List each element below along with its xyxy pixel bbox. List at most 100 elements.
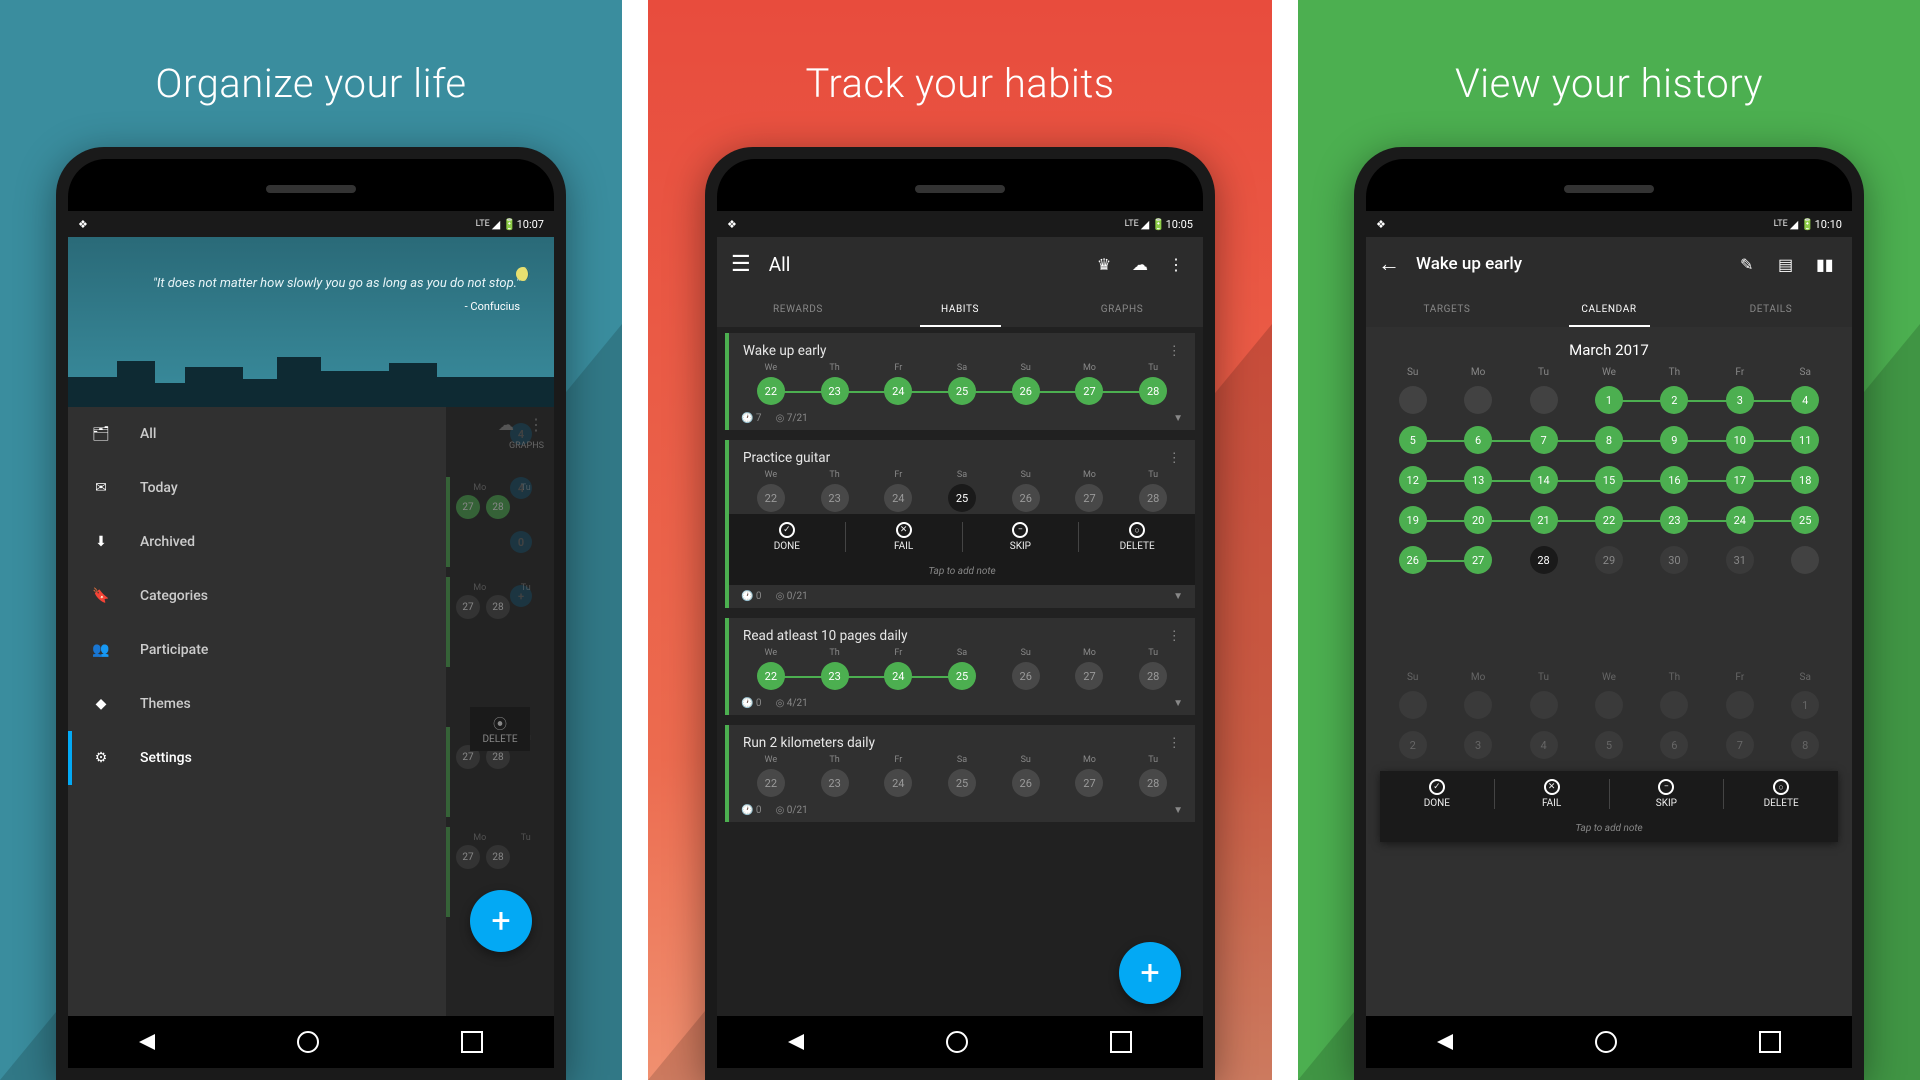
calendar-day[interactable]: 22 [1595, 506, 1623, 534]
day-circle[interactable]: 25 [948, 377, 976, 405]
calendar-day[interactable]: 29 [1595, 546, 1623, 574]
day-circle[interactable]: 25 [948, 769, 976, 797]
tab-graphs[interactable]: GRAPHS [1041, 291, 1203, 327]
tab-habits[interactable]: HABITS [879, 291, 1041, 327]
nav-home-icon[interactable] [297, 1031, 319, 1053]
chevron-down-icon[interactable]: ▼ [1173, 698, 1183, 709]
calendar-day[interactable]: 10 [1726, 426, 1754, 454]
habit-list[interactable]: Wake up early⋮WeThFrSaSuMoTu222324252627… [717, 327, 1203, 1016]
calendar-day[interactable]: 25 [1791, 506, 1819, 534]
calendar-day[interactable]: 26 [1399, 546, 1427, 574]
calendar-day[interactable]: 23 [1660, 506, 1688, 534]
nav-recent-icon[interactable] [1759, 1031, 1781, 1053]
calendar-day[interactable] [1399, 386, 1427, 414]
day-circle[interactable]: 23 [821, 769, 849, 797]
overflow-icon[interactable]: ⋮ [1168, 628, 1182, 644]
day-circle[interactable]: 23 [821, 484, 849, 512]
day-circle[interactable]: 27 [1075, 377, 1103, 405]
day-circle[interactable]: 22 [757, 484, 785, 512]
action-fail[interactable]: ✕FAIL [846, 522, 963, 552]
nav-recent-icon[interactable] [1110, 1031, 1132, 1053]
day-circle[interactable]: 22 [757, 769, 785, 797]
day-circle[interactable]: 25 [948, 484, 976, 512]
calendar-day[interactable]: 8 [1595, 426, 1623, 454]
calendar-day[interactable]: 31 [1726, 546, 1754, 574]
day-circle[interactable]: 28 [1139, 484, 1167, 512]
nav-home-icon[interactable] [946, 1031, 968, 1053]
back-arrow-icon[interactable]: ← [1378, 251, 1400, 277]
calendar-day[interactable]: 28 [1530, 546, 1558, 574]
tab-targets[interactable]: TARGETS [1366, 291, 1528, 327]
cloud-icon[interactable]: ☁ [498, 415, 514, 433]
day-circle[interactable]: 27 [1075, 769, 1103, 797]
fab-add[interactable]: + [1119, 942, 1181, 1004]
habit-card[interactable]: Wake up early⋮WeThFrSaSuMoTu222324252627… [725, 333, 1195, 430]
calendar-day[interactable]: 20 [1464, 506, 1492, 534]
day-circle[interactable]: 24 [884, 484, 912, 512]
calendar-day[interactable]: 13 [1464, 466, 1492, 494]
chevron-down-icon[interactable]: ▼ [1173, 413, 1183, 424]
calendar-day[interactable]: 18 [1791, 466, 1819, 494]
day-circle[interactable]: 26 [1012, 484, 1040, 512]
day-circle[interactable]: 24 [884, 662, 912, 690]
overflow-icon[interactable]: ⋮ [528, 415, 544, 433]
action-delete[interactable]: ○DELETE [1724, 779, 1838, 809]
habit-card[interactable]: Run 2 kilometers daily⋮WeThFrSaSuMoTu222… [725, 725, 1195, 822]
day-circle[interactable]: 27 [1075, 662, 1103, 690]
calendar-day[interactable]: 5 [1399, 426, 1427, 454]
nav-back-icon[interactable] [788, 1034, 804, 1050]
fab-add[interactable]: + [470, 890, 532, 952]
cloud-icon[interactable]: ☁ [1127, 251, 1153, 277]
overflow-icon[interactable]: ⋮ [1168, 343, 1182, 359]
habit-card[interactable]: Practice guitar⋮WeThFrSaSuMoTu2223242526… [725, 440, 1195, 608]
calendar-day[interactable]: 2 [1660, 386, 1688, 414]
calendar-day[interactable]: 11 [1791, 426, 1819, 454]
day-circle[interactable]: 28 [1139, 769, 1167, 797]
overflow-icon[interactable]: ⋮ [1168, 450, 1182, 466]
day-circle[interactable]: 28 [1139, 377, 1167, 405]
tab-details[interactable]: DETAILS [1690, 291, 1852, 327]
nav-back-icon[interactable] [1437, 1034, 1453, 1050]
calendar-day[interactable] [1464, 386, 1492, 414]
nav-home-icon[interactable] [1595, 1031, 1617, 1053]
calendar-day[interactable]: 7 [1530, 426, 1558, 454]
stats-icon[interactable]: ▮▮ [1816, 255, 1840, 274]
day-circle[interactable]: 24 [884, 377, 912, 405]
nav-back-icon[interactable] [139, 1034, 155, 1050]
action-skip[interactable]: −SKIP [1610, 779, 1725, 809]
tab-rewards[interactable]: REWARDS [717, 291, 879, 327]
chevron-down-icon[interactable]: ▼ [1173, 591, 1183, 602]
calendar-day[interactable]: 30 [1660, 546, 1688, 574]
calendar-day[interactable]: 9 [1660, 426, 1688, 454]
calendar-day[interactable]: 3 [1726, 386, 1754, 414]
notes-icon[interactable]: ▤ [1778, 255, 1802, 274]
calendar-day[interactable]: 12 [1399, 466, 1427, 494]
chevron-down-icon[interactable]: ▼ [1173, 805, 1183, 816]
day-circle[interactable]: 22 [757, 662, 785, 690]
calendar-day[interactable]: 17 [1726, 466, 1754, 494]
crown-icon[interactable]: ♛ [1091, 251, 1117, 277]
habit-card[interactable]: Read atleast 10 pages daily⋮WeThFrSaSuMo… [725, 618, 1195, 715]
calendar-day[interactable] [1791, 546, 1819, 574]
calendar-view[interactable]: March 2017 SuMoTuWeThFrSa 12345678910111… [1366, 327, 1852, 1016]
day-circle[interactable]: 26 [1012, 377, 1040, 405]
calendar-day[interactable]: 15 [1595, 466, 1623, 494]
calendar-day[interactable]: 24 [1726, 506, 1754, 534]
day-circle[interactable]: 26 [1012, 769, 1040, 797]
overflow-icon[interactable]: ⋮ [1163, 251, 1189, 277]
day-circle[interactable]: 23 [821, 377, 849, 405]
calendar-day[interactable]: 4 [1791, 386, 1819, 414]
action-fail[interactable]: ✕FAIL [1495, 779, 1610, 809]
nav-recent-icon[interactable] [461, 1031, 483, 1053]
delete-action[interactable]: ⦿ DELETE [470, 707, 530, 751]
action-done[interactable]: ✓DONE [1380, 779, 1495, 809]
day-circle[interactable]: 26 [1012, 662, 1040, 690]
day-circle[interactable]: 25 [948, 662, 976, 690]
calendar-day[interactable]: 16 [1660, 466, 1688, 494]
day-circle[interactable]: 27 [1075, 484, 1103, 512]
day-circle[interactable]: 22 [757, 377, 785, 405]
day-circle[interactable]: 28 [1139, 662, 1167, 690]
calendar-day[interactable] [1530, 386, 1558, 414]
calendar-day[interactable]: 21 [1530, 506, 1558, 534]
action-delete[interactable]: ○DELETE [1079, 522, 1195, 552]
